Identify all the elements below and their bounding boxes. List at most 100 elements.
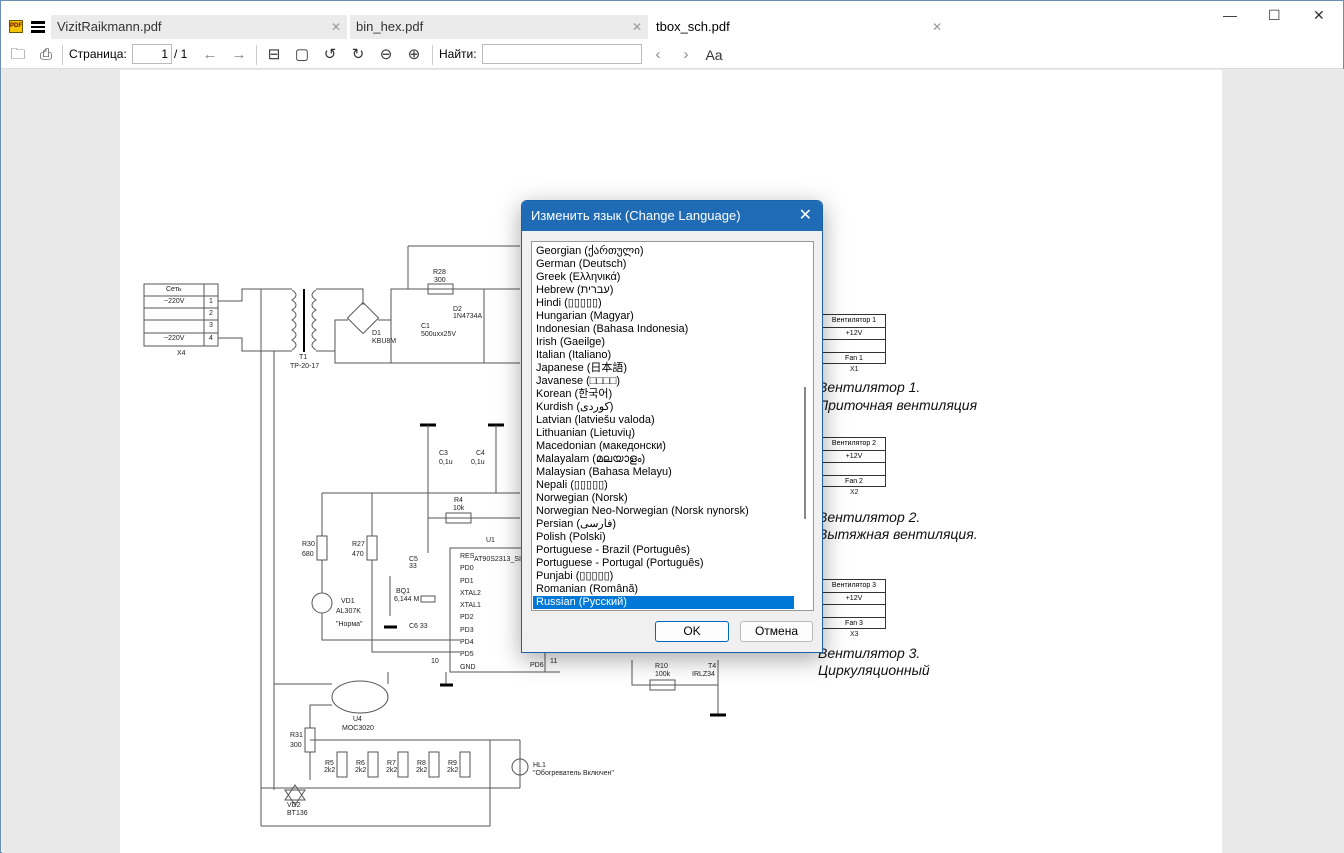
language-option[interactable]: Persian (فارسی)	[533, 518, 794, 531]
schematic-label: 1N4734A	[453, 313, 483, 320]
schematic-label: 2k2	[324, 767, 336, 774]
language-option[interactable]: Lithuanian (Lietuvių)	[533, 427, 794, 440]
close-icon[interactable]: ✕	[799, 201, 812, 231]
fan-voltage: +12V	[823, 328, 885, 340]
schematic-label: R8	[417, 760, 426, 767]
scrollbar-thumb[interactable]	[804, 387, 806, 519]
language-option[interactable]: Malaysian (Bahasa Melayu)	[533, 466, 794, 479]
pin-label: PD0	[460, 565, 474, 573]
schematic-label: 2	[209, 310, 213, 317]
language-option[interactable]: Nepali (▯▯▯▯▯)	[533, 479, 794, 492]
fan-name: Fan 2	[845, 477, 863, 485]
language-option[interactable]: Indonesian (Bahasa Indonesia)	[533, 323, 794, 336]
fan-voltage: +12V	[823, 593, 885, 605]
language-option[interactable]: Korean (한국어)	[533, 388, 794, 401]
schematic-label: D1	[372, 330, 381, 337]
schematic-label: 2k2	[447, 767, 459, 774]
fan-name: Fan 3	[845, 619, 863, 627]
language-option[interactable]: German (Deutsch)	[533, 258, 794, 271]
schematic-label: C6 33	[409, 623, 428, 630]
schematic-label: "Обогреватель Включен"	[533, 770, 614, 777]
schematic-label: R6	[356, 760, 365, 767]
schematic-label: R27	[352, 541, 365, 548]
schematic-label: 3	[209, 322, 213, 329]
language-option[interactable]: Portuguese - Brazil (Português)	[533, 544, 794, 557]
fan-voltage: +12V	[823, 451, 885, 463]
schematic-label: KBU8M	[372, 338, 397, 345]
fan-caption: Вентилятор 2.	[818, 509, 921, 525]
fan-title: Вентилятор 3	[823, 580, 885, 593]
schematic-label: 4	[209, 335, 213, 342]
language-option[interactable]: Norwegian Neo-Norwegian (Norsk nynorsk)	[533, 505, 794, 518]
language-option[interactable]: Irish (Gaeilge)	[533, 336, 794, 349]
language-option[interactable]: Hindi (▯▯▯▯▯)	[533, 297, 794, 310]
language-option[interactable]: Portuguese - Portugal (Português)	[533, 557, 794, 570]
language-option[interactable]: Polish (Polski)	[533, 531, 794, 544]
language-option[interactable]: Greek (Ελληνικά)	[533, 271, 794, 284]
schematic-label: R7	[387, 760, 396, 767]
schematic-label: Сеть	[166, 286, 182, 293]
cancel-button[interactable]: Отмена	[740, 621, 813, 642]
language-option[interactable]: Romanian (Română)	[533, 583, 794, 596]
fan-title: Вентилятор 1	[823, 315, 885, 328]
schematic-label: 2k2	[386, 767, 398, 774]
schematic-label: 470	[352, 551, 364, 558]
schematic-label: VD2	[287, 802, 301, 809]
schematic-label: T1	[299, 354, 308, 361]
schematic-label: R28	[433, 269, 446, 276]
language-option[interactable]: Russian (Русский)	[533, 596, 794, 609]
schematic-label: U1	[486, 537, 495, 544]
fan-caption: Циркуляционный	[818, 662, 930, 678]
ok-button[interactable]: OK	[655, 621, 729, 642]
schematic-label: 1	[209, 298, 213, 305]
schematic-label: IRLZ34	[692, 671, 715, 678]
pin-label: XTAL1	[460, 602, 481, 610]
fan-connector-x1: Вентилятор 1 +12V Fan 1	[822, 314, 886, 364]
schematic-label: D2	[453, 306, 462, 313]
language-list[interactable]: Georgian (ქართული) German (Deutsch) Greek …	[531, 241, 814, 611]
fan-title: Вентилятор 2	[823, 438, 885, 451]
language-option[interactable]: Japanese (日本語)	[533, 362, 794, 375]
language-option[interactable]: Latvian (latviešu valoda)	[533, 414, 794, 427]
pin-label: XTAL2	[460, 589, 481, 597]
schematic-label: BT136	[287, 810, 308, 817]
schematic-label: 2k2	[416, 767, 428, 774]
schematic-label: 680	[302, 551, 314, 558]
language-option[interactable]: Malayalam (മലയാളം)	[533, 453, 794, 466]
fan-caption: Вытяжная вентиляция.	[818, 526, 978, 542]
language-option[interactable]: Kurdish (کوردی)	[533, 401, 794, 414]
fan-caption: Вентилятор 1.	[818, 379, 921, 395]
language-option[interactable]: Punjabi (▯▯▯▯▯)	[533, 570, 794, 583]
schematic-label: AT90S2313_SI	[474, 556, 521, 563]
fan-ref: X3	[850, 631, 859, 638]
schematic-label: R30	[302, 541, 315, 548]
schematic-label: 2k2	[355, 767, 367, 774]
schematic-label: 10	[431, 658, 439, 665]
language-option[interactable]: Norwegian (Norsk)	[533, 492, 794, 505]
schematic-label: R5	[325, 760, 334, 767]
schematic-label: C1	[421, 323, 430, 330]
schematic-label: 11	[550, 658, 558, 665]
fan-name: Fan 1	[845, 354, 863, 362]
resistor-r30	[316, 535, 328, 561]
u1-pin-list: RES PD0 PD1 XTAL2 XTAL1 PD2 PD3 PD4 PD5 …	[460, 551, 481, 674]
language-option[interactable]: Italian (Italiano)	[533, 349, 794, 362]
schematic-label: 6,144 M	[394, 596, 420, 603]
schematic-label: 100k	[655, 671, 671, 678]
language-option[interactable]: Javanese (□□□□)	[533, 375, 794, 388]
fan-connector-x3: Вентилятор 3 +12V Fan 3	[822, 579, 886, 629]
schematic-label: R4	[454, 497, 463, 504]
schematic-label: 300	[434, 277, 446, 284]
language-option[interactable]: Macedonian (македонски)	[533, 440, 794, 453]
language-option[interactable]: Hebrew (עברית)	[533, 284, 794, 297]
schematic-label: BQ1	[396, 588, 411, 595]
schematic-label: TP-20-17	[290, 363, 320, 370]
language-option[interactable]: Hungarian (Magyar)	[533, 310, 794, 323]
optocoupler-u4	[331, 680, 389, 714]
schematic-label: C3	[439, 450, 448, 457]
schematic-label: R9	[448, 760, 457, 767]
dialog-title-bar: Изменить язык (Change Language) ✕	[522, 201, 822, 231]
language-option[interactable]: Georgian (ქართული)	[533, 245, 794, 258]
pin-label: PD3	[460, 626, 474, 634]
change-language-dialog: Изменить язык (Change Language) ✕ Georgi…	[521, 200, 823, 653]
